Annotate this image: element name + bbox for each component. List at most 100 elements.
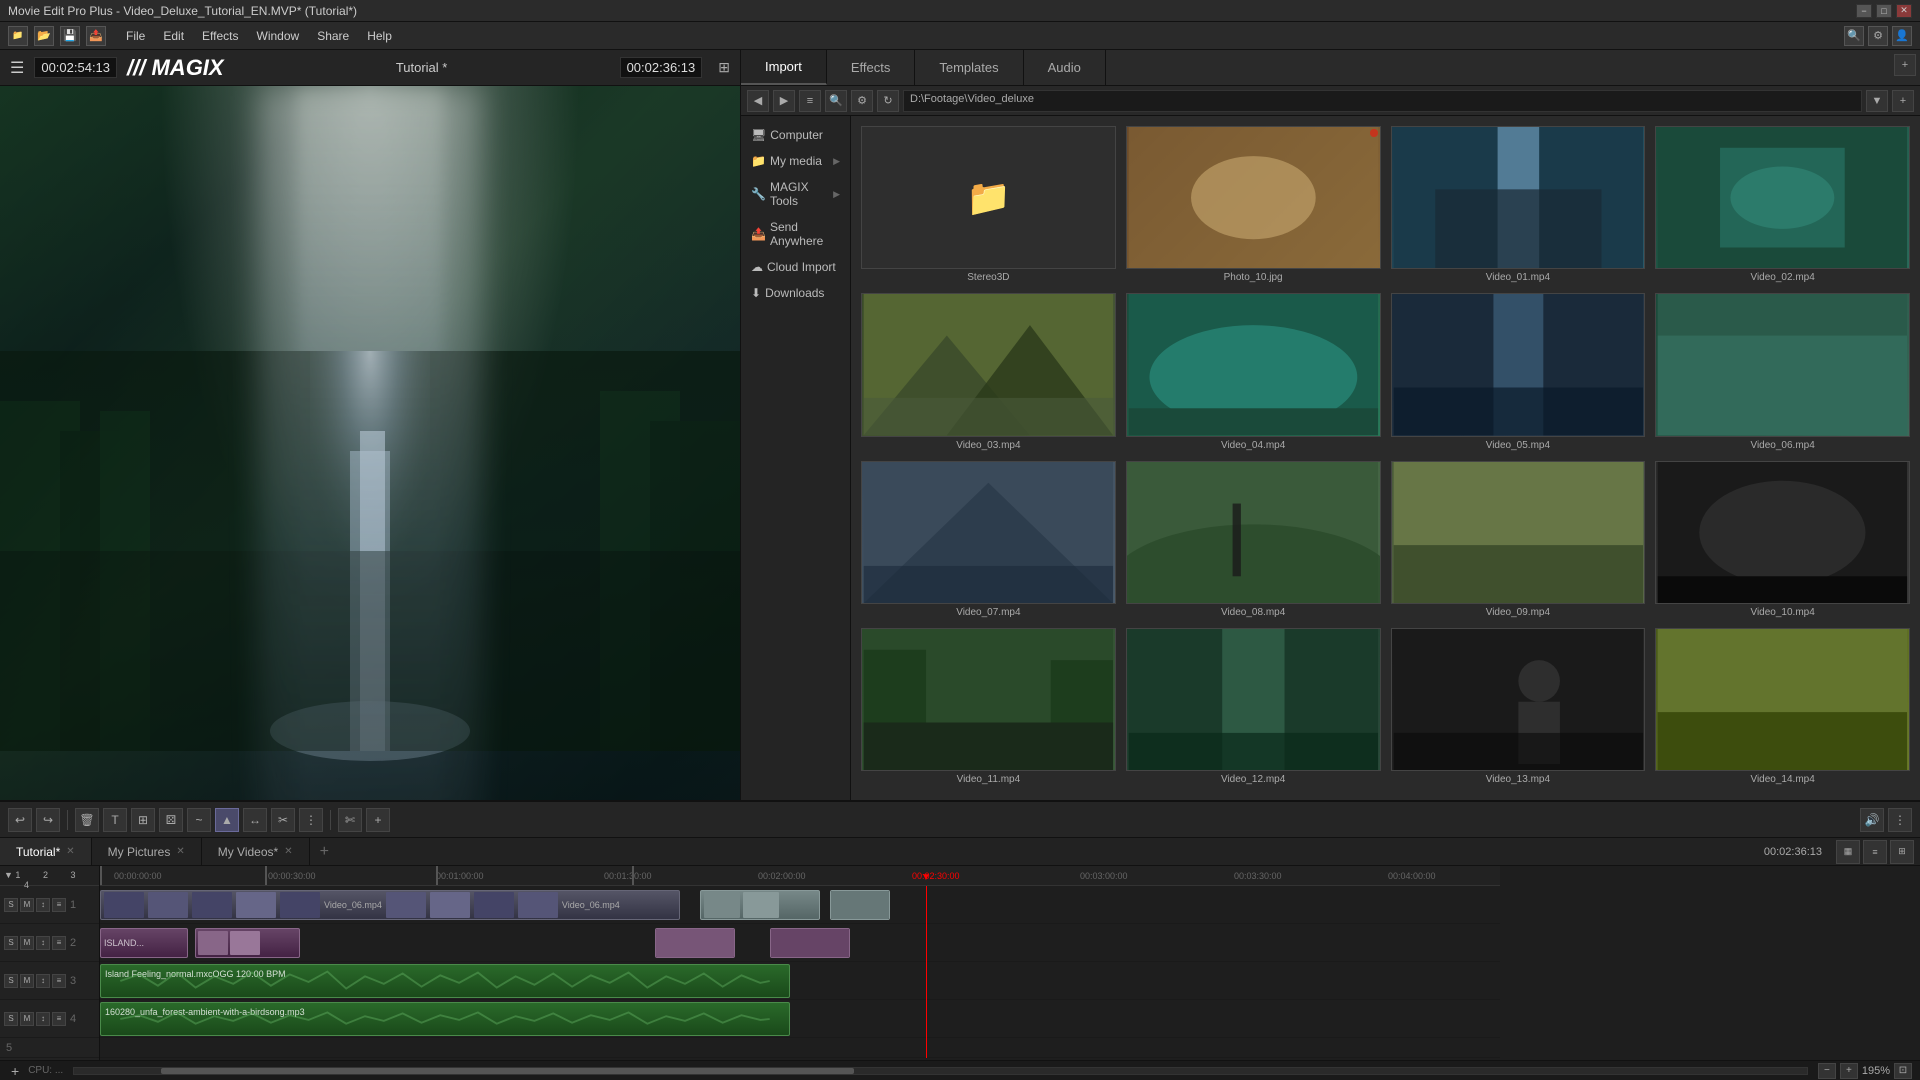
search-icon[interactable]: 🔍 (1844, 26, 1864, 46)
timeline-scrollbar[interactable] (73, 1067, 1808, 1075)
m-btn-2[interactable]: M (20, 936, 34, 950)
vol-btn-3[interactable]: ↕ (36, 974, 50, 988)
eq-btn-4[interactable]: ≡ (52, 1012, 66, 1026)
media-item-video02[interactable]: Video_02.mp4 (1655, 126, 1910, 283)
audio-clip-1[interactable]: Island Feeling_normal.mxcOGG 120.00 BPM (100, 964, 790, 998)
settings-icon[interactable]: ⚙ (1868, 26, 1888, 46)
purple-clip-4[interactable] (770, 928, 850, 958)
eq-btn-3[interactable]: ≡ (52, 974, 66, 988)
purple-clip-1[interactable]: ISLAND... (100, 928, 188, 958)
menu-effects[interactable]: Effects (194, 27, 246, 45)
snap-button[interactable]: ⊞ (131, 808, 155, 832)
vol-btn-2[interactable]: ↕ (36, 936, 50, 950)
menu-file[interactable]: File (118, 27, 153, 45)
media-item-video12[interactable]: Video_12.mp4 (1126, 628, 1381, 785)
media-item-video03[interactable]: Video_03.mp4 (861, 293, 1116, 450)
view-list-button[interactable]: ≡ (799, 90, 821, 112)
split-button[interactable]: ✂ (271, 808, 295, 832)
tl-tab-add[interactable]: + (310, 838, 339, 865)
menu-help[interactable]: Help (359, 27, 400, 45)
timeline-tracks[interactable]: 00:00:00:00 00:00:30:00 00:01:00:00 00:0… (100, 866, 1920, 1060)
media-item-video08[interactable]: Video_08.mp4 (1126, 461, 1381, 618)
search-media-button[interactable]: 🔍 (825, 90, 847, 112)
export-icon[interactable]: 📤 (86, 26, 106, 46)
tab-templates[interactable]: Templates (915, 50, 1023, 85)
trim-button[interactable]: ↔ (243, 808, 267, 832)
menu-window[interactable]: Window (249, 27, 308, 45)
minimize-button[interactable]: − (1856, 4, 1872, 18)
open-icon[interactable]: 📂 (34, 26, 54, 46)
purple-clip-3[interactable] (655, 928, 735, 958)
panel-add-button[interactable]: + (1894, 54, 1916, 76)
m-btn-3[interactable]: M (20, 974, 34, 988)
hamburger-button[interactable]: ☰ (10, 58, 24, 78)
video-clip-2[interactable] (700, 890, 820, 920)
sidebar-item-downloads[interactable]: ⬇ Downloads (741, 280, 850, 306)
media-item-video04[interactable]: Video_04.mp4 (1126, 293, 1381, 450)
delete-button[interactable]: 🗑 (75, 808, 99, 832)
curve-button[interactable]: ~ (187, 808, 211, 832)
undo-button[interactable]: ↩ (8, 808, 32, 832)
zoom-out-button[interactable]: − (1818, 1063, 1836, 1079)
path-dropdown[interactable]: ▼ (1866, 90, 1888, 112)
media-item-stereo3d[interactable]: 📁 Stereo3D (861, 126, 1116, 283)
media-item-video13[interactable]: Video_13.mp4 (1391, 628, 1646, 785)
media-item-video14[interactable]: Video_14.mp4 (1655, 628, 1910, 785)
sidebar-item-magix-tools[interactable]: 🔧 MAGIX Tools (741, 174, 850, 214)
s-btn-2[interactable]: S (4, 936, 18, 950)
media-item-video07[interactable]: Video_07.mp4 (861, 461, 1116, 618)
media-item-video01[interactable]: Video_01.mp4 (1391, 126, 1646, 283)
tl-tab-videos-close[interactable]: ✕ (284, 846, 292, 857)
maximize-button[interactable]: □ (1876, 4, 1892, 18)
sidebar-item-cloud-import[interactable]: ☁ Cloud Import (741, 254, 850, 280)
menu-edit[interactable]: Edit (155, 27, 192, 45)
video-clip-1[interactable]: Video_06.mp4 Video_06.mp4 (100, 890, 680, 920)
sidebar-item-computer[interactable]: 🖥 Computer (741, 122, 850, 148)
save-icon[interactable]: 💾 (60, 26, 80, 46)
media-item-video11[interactable]: Video_11.mp4 (861, 628, 1116, 785)
fullscreen-button[interactable]: ⊞ (718, 59, 730, 76)
tl-tab-tutorial[interactable]: Tutorial* ✕ (0, 838, 92, 865)
text-button[interactable]: T (103, 808, 127, 832)
vol-btn-4[interactable]: ↕ (36, 1012, 50, 1026)
audio-clip-2[interactable]: 160280_unfa_forest-ambient-with-a-birdso… (100, 1002, 790, 1036)
add-effect-button[interactable]: + (366, 808, 390, 832)
media-item-video09[interactable]: Video_09.mp4 (1391, 461, 1646, 618)
media-item-photo10[interactable]: Photo_10.jpg (1126, 126, 1381, 283)
close-button[interactable]: ✕ (1896, 4, 1912, 18)
sidebar-item-my-media[interactable]: 📁 My media (741, 148, 850, 174)
tab-audio[interactable]: Audio (1024, 50, 1106, 85)
timeline-view-1[interactable]: ▦ (1836, 840, 1860, 864)
timeline-view-2[interactable]: ≡ (1863, 840, 1887, 864)
redo-button[interactable]: ↪ (36, 808, 60, 832)
sidebar-item-send-anywhere[interactable]: 📤 Send Anywhere (741, 214, 850, 254)
media-item-video06[interactable]: Video_06.mp4 (1655, 293, 1910, 450)
add-path-button[interactable]: + (1892, 90, 1914, 112)
tl-tab-pictures[interactable]: My Pictures ✕ (92, 838, 202, 865)
add-track-button[interactable]: + (8, 1063, 22, 1079)
menu-share[interactable]: Share (309, 27, 357, 45)
media-item-video05[interactable]: Video_05.mp4 (1391, 293, 1646, 450)
fit-timeline[interactable]: ⊡ (1894, 1063, 1912, 1079)
group-button[interactable]: ⚄ (159, 808, 183, 832)
tl-tab-pictures-close[interactable]: ✕ (176, 846, 184, 857)
cut-button[interactable]: ✄ (338, 808, 362, 832)
eq-btn-1[interactable]: ≡ (52, 898, 66, 912)
account-icon[interactable]: 👤 (1892, 26, 1912, 46)
m-btn-1[interactable]: M (20, 898, 34, 912)
video-clip-3[interactable] (830, 890, 890, 920)
forward-button[interactable]: ▶ (773, 90, 795, 112)
back-button[interactable]: ◀ (747, 90, 769, 112)
timecode-left[interactable]: 00:02:54:13 (34, 57, 117, 78)
tl-tab-videos[interactable]: My Videos* ✕ (202, 838, 310, 865)
timeline-view-3[interactable]: ⊞ (1890, 840, 1914, 864)
expand-timeline[interactable]: ⋮ (1888, 808, 1912, 832)
zoom-in-button[interactable]: + (1840, 1063, 1858, 1079)
s-btn-1[interactable]: S (4, 898, 18, 912)
tl-tab-tutorial-close[interactable]: ✕ (66, 846, 74, 857)
tab-effects[interactable]: Effects (827, 50, 916, 85)
tab-import[interactable]: Import (741, 50, 827, 85)
more-tools[interactable]: ⋮ (299, 808, 323, 832)
purple-clip-2[interactable] (195, 928, 300, 958)
eq-btn-2[interactable]: ≡ (52, 936, 66, 950)
